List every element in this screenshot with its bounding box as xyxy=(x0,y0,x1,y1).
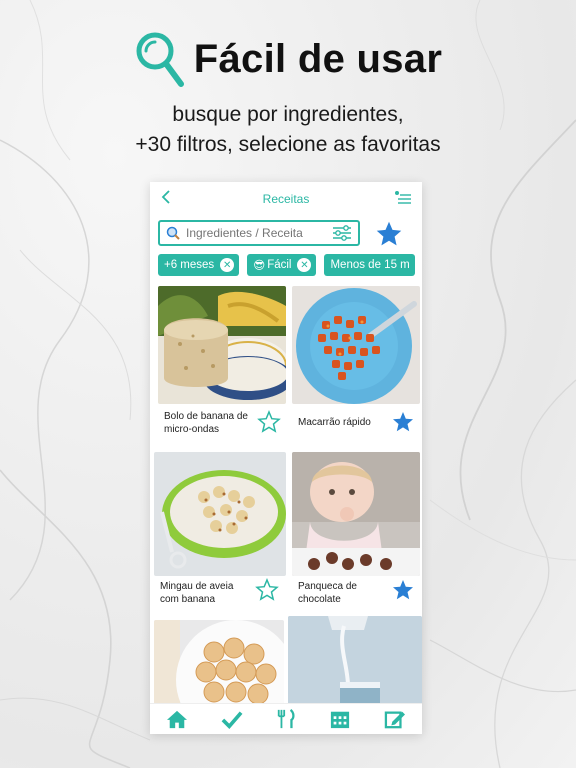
chip-difficulty-emoji: 😎 xyxy=(253,260,266,272)
recipe-card[interactable]: Macarrão rápido xyxy=(292,286,420,432)
recipe-photo xyxy=(292,286,420,404)
recipe-name: Mingau de aveia com banana xyxy=(160,581,234,605)
search-icon xyxy=(136,32,184,87)
recipe-card[interactable]: Mingau de aveia com banana xyxy=(154,452,286,605)
remove-chip-icon[interactable]: ✕ xyxy=(220,258,235,272)
chip-age[interactable]: +6 meses ✕ xyxy=(158,254,240,276)
recipe-card[interactable] xyxy=(154,620,296,734)
recipe-name: Panqueca de chocolate xyxy=(298,581,357,605)
star-filled-icon[interactable] xyxy=(390,578,416,602)
recipe-photo xyxy=(292,452,420,576)
phone-screen: Receitas +6 meses ✕ 😎 xyxy=(150,182,422,734)
screen-title: Receitas xyxy=(262,192,310,206)
recipe-card[interactable]: Bolo de banana de micro-ondas xyxy=(158,286,293,435)
star-filled-icon[interactable] xyxy=(390,410,416,434)
filter-chips: +6 meses ✕ 😎 Fácil ✕ Menos de 15 m xyxy=(158,254,415,276)
bottom-tab-bar xyxy=(150,703,422,734)
chip-time[interactable]: Menos de 15 m xyxy=(324,254,415,276)
star-outline-icon[interactable] xyxy=(256,410,282,434)
filter-sliders-icon[interactable] xyxy=(332,225,352,241)
recipe-photo xyxy=(154,452,286,576)
recipe-photo xyxy=(288,616,422,706)
search-box[interactable] xyxy=(158,220,360,246)
home-icon[interactable] xyxy=(166,709,188,729)
magnifier-icon xyxy=(166,226,180,240)
headline-line-2: +30 filtros, selecione as favoritas xyxy=(135,133,441,156)
star-outline-icon[interactable] xyxy=(254,578,280,602)
headline-subtitle: busque por ingredientes, +30 filtros, se… xyxy=(0,100,576,160)
recipe-photo xyxy=(158,286,293,404)
chip-time-label: Menos de 15 m xyxy=(330,259,410,271)
recipe-name: Bolo de banana de micro-ondas xyxy=(164,411,248,435)
menu-icon[interactable] xyxy=(394,190,412,206)
top-bar: Receitas xyxy=(150,182,422,214)
calendar-icon[interactable] xyxy=(329,709,351,729)
favorites-star-icon[interactable] xyxy=(374,220,404,248)
recipe-photo xyxy=(154,620,296,734)
headline-line-1: busque por ingredientes, xyxy=(172,103,404,126)
headline-title-row: Fácil de usar xyxy=(0,30,576,88)
edit-icon[interactable] xyxy=(384,709,406,729)
cutlery-icon[interactable] xyxy=(275,709,297,729)
chip-age-label: +6 meses xyxy=(164,259,215,271)
remove-chip-icon[interactable]: ✕ xyxy=(297,258,312,272)
headline-title: Fácil de usar xyxy=(193,36,443,81)
chip-difficulty-label: Fácil xyxy=(267,259,292,271)
headline: Fácil de usar busque por ingredientes, +… xyxy=(0,30,576,160)
recipe-card[interactable] xyxy=(288,616,422,711)
recipe-card[interactable]: Panqueca de chocolate xyxy=(292,452,420,605)
search-input[interactable] xyxy=(184,225,328,241)
chip-difficulty[interactable]: 😎 Fácil ✕ xyxy=(247,254,317,276)
check-icon[interactable] xyxy=(221,709,243,729)
recipe-name: Macarrão rápido xyxy=(298,417,371,428)
